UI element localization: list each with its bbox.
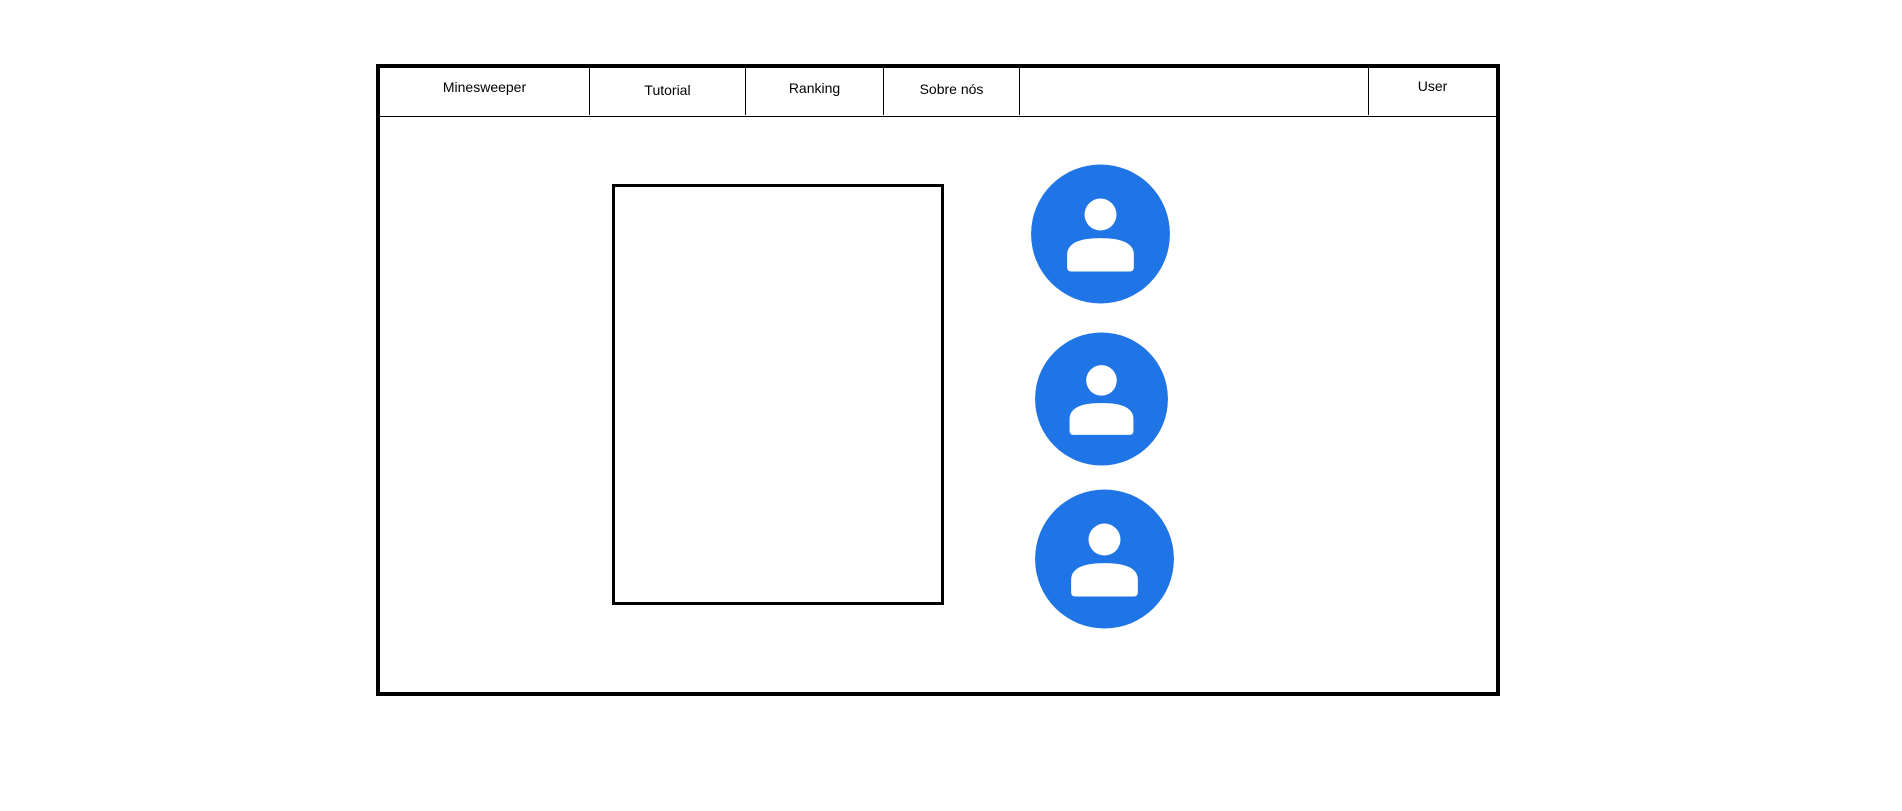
nav-brand[interactable]: Minesweeper xyxy=(380,68,590,115)
avatar[interactable] xyxy=(1035,488,1174,630)
nav-tab-label: Tutorial xyxy=(644,82,691,98)
avatar[interactable] xyxy=(1031,163,1170,305)
nav-tab-label: Ranking xyxy=(788,80,841,96)
person-icon xyxy=(1035,332,1168,466)
nav-tab-label: Sobre nós xyxy=(919,81,984,97)
nav-brand-label: Minesweeper xyxy=(442,79,527,95)
avatar[interactable] xyxy=(1035,328,1168,470)
app-frame: Minesweeper Tutorial Ranking Sobre nós U… xyxy=(376,64,1500,696)
nav-user[interactable]: User xyxy=(1369,68,1496,115)
nav-tab-sobre-nos[interactable]: Sobre nós xyxy=(884,68,1020,115)
nav-tab-tutorial[interactable]: Tutorial xyxy=(590,68,746,115)
nav-user-label: User xyxy=(1417,78,1448,94)
nav-spacer xyxy=(1020,68,1369,115)
nav-tab-ranking[interactable]: Ranking xyxy=(746,68,884,115)
person-icon xyxy=(1031,164,1170,304)
top-nav: Minesweeper Tutorial Ranking Sobre nós U… xyxy=(380,68,1496,117)
content-placeholder-box xyxy=(612,184,944,605)
person-icon xyxy=(1035,489,1174,629)
